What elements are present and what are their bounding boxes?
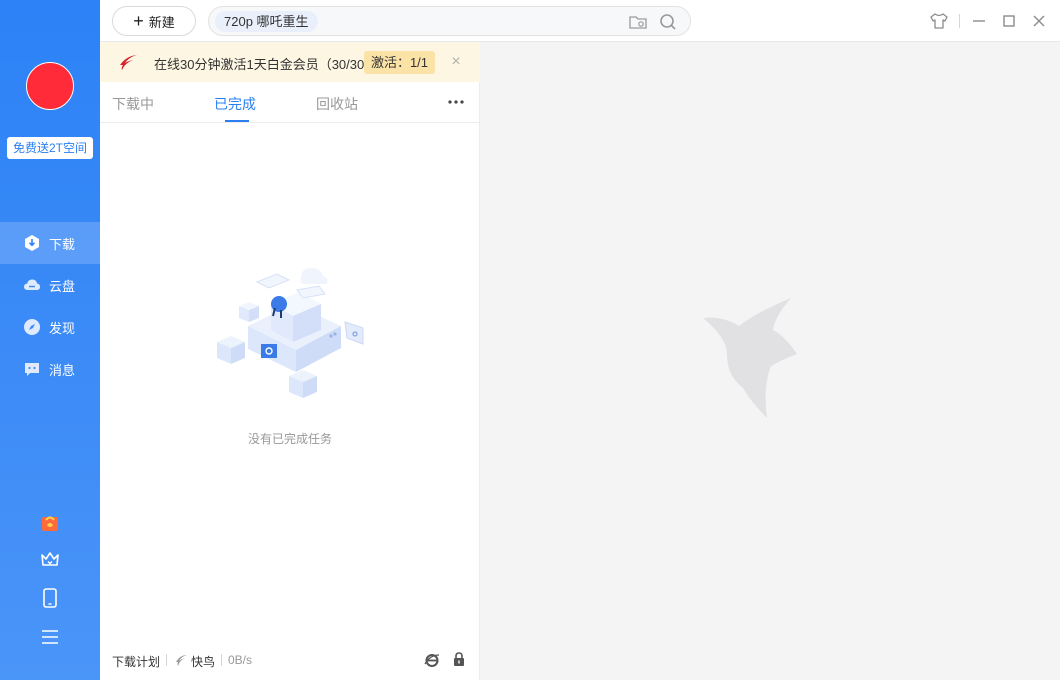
tab-recycle-bin[interactable]: 回收站: [316, 94, 358, 114]
avatar[interactable]: [26, 62, 74, 110]
gift-icon[interactable]: [38, 511, 62, 535]
toolbar: + 新建 720p 哪吒重生: [100, 0, 1060, 42]
status-divider: [221, 654, 222, 666]
task-panel: 在线30分钟激活1天白金会员（30/30... 激活：1/1 × 下载中 已完成…: [100, 42, 480, 680]
crown-icon[interactable]: [38, 547, 62, 571]
sidebar-item-label: 发现: [49, 320, 76, 336]
sidebar-item-label: 云盘: [49, 278, 76, 294]
menu-icon[interactable]: [38, 625, 62, 649]
promo-badge[interactable]: 免费送2T空间: [7, 137, 93, 159]
search-input[interactable]: [324, 12, 624, 32]
new-button[interactable]: + 新建: [112, 6, 196, 36]
toolbar-divider: [959, 14, 960, 28]
cloud-icon: [22, 275, 42, 295]
search-icon[interactable]: [658, 12, 678, 32]
search-hot-tag[interactable]: 720p 哪吒重生: [215, 11, 318, 32]
compass-icon: [22, 317, 42, 337]
search-box[interactable]: 720p 哪吒重生: [208, 6, 691, 36]
task-tabs: 下载中 已完成 回收站: [100, 82, 480, 123]
download-icon: [22, 233, 42, 253]
new-button-label: 新建: [148, 14, 175, 30]
minimize-icon[interactable]: [968, 10, 990, 32]
close-icon[interactable]: [1028, 10, 1050, 32]
maximize-icon[interactable]: [998, 10, 1020, 32]
empty-state-message: 没有已完成任务: [247, 432, 332, 446]
sidebar-item-cloud[interactable]: 云盘: [0, 264, 100, 306]
more-options-icon[interactable]: [446, 94, 466, 110]
sidebar-item-discover[interactable]: 发现: [0, 306, 100, 348]
fast-bird-mode[interactable]: 快鸟: [191, 653, 215, 670]
banner-text: 在线30分钟激活1天白金会员（30/30...: [154, 57, 364, 72]
activate-button[interactable]: 激活：1/1: [364, 51, 435, 74]
sidebar-item-label: 下载: [49, 236, 76, 252]
plus-icon: +: [133, 11, 144, 31]
speed-bird-icon: [174, 653, 188, 672]
empty-state-illustration: [213, 264, 368, 409]
folder-search-icon[interactable]: [628, 12, 648, 32]
active-tab-indicator: [225, 120, 249, 122]
sidebar-item-messages[interactable]: 消息: [0, 348, 100, 390]
banner-close-icon[interactable]: ×: [448, 52, 464, 72]
tab-downloading[interactable]: 下载中: [112, 94, 154, 114]
bird-logo-icon: [117, 53, 139, 76]
promo-banner: 在线30分钟激活1天白金会员（30/30... 激活：1/1 ×: [100, 42, 480, 82]
phone-icon[interactable]: [38, 586, 62, 610]
download-plan-link[interactable]: 下载计划: [112, 653, 160, 670]
sidebar-item-download[interactable]: 下载: [0, 222, 100, 264]
download-speed: 0B/s: [228, 653, 253, 667]
tab-completed[interactable]: 已完成: [214, 94, 256, 114]
watermark-bird-logo: [701, 298, 831, 418]
status-divider: [166, 654, 167, 666]
detail-area: [481, 42, 1060, 680]
lock-icon[interactable]: [452, 651, 466, 672]
sidebar-item-label: 消息: [49, 362, 76, 378]
skin-icon[interactable]: [928, 10, 950, 32]
sidebar: 免费送2T空间 下载 云盘 发现 消息: [0, 0, 100, 680]
browser-ie-icon[interactable]: [424, 652, 440, 673]
message-icon: [22, 359, 42, 379]
